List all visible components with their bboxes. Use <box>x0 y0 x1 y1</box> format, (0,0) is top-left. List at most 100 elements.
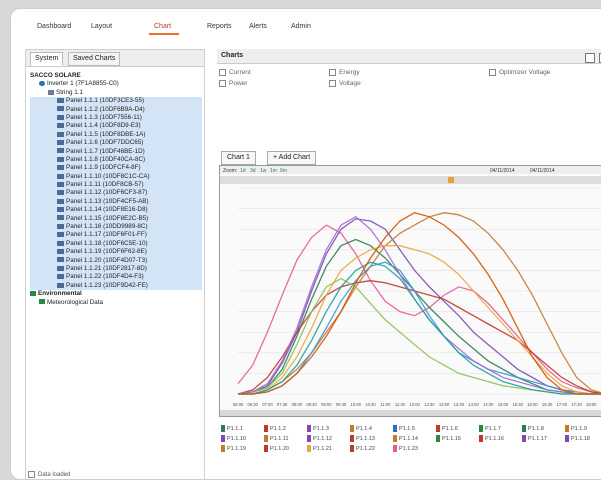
tree-node[interactable]: Panel 1.1.13 (10DF4CF5-AB) <box>30 198 202 206</box>
legend-item[interactable]: P1.1.4 <box>350 425 372 432</box>
nav-admin[interactable]: Admin <box>291 23 311 30</box>
env-icon <box>39 299 45 304</box>
tree-node-label: Panel 1.1.7 (10DF46BE-1D) <box>66 148 145 155</box>
tree-node[interactable]: Panel 1.1.17 (10DF6F01-FF) <box>30 231 202 239</box>
option-power[interactable]: Power <box>219 80 247 87</box>
tree-node[interactable]: Panel 1.1.4 (10DF8D9-E3) <box>30 122 202 130</box>
legend-label: P1.1.12 <box>313 436 332 442</box>
tree-node[interactable]: String 1.1 <box>30 89 202 97</box>
legend-item[interactable]: P1.1.18 <box>565 435 590 442</box>
tree-node[interactable]: Panel 1.1.16 (10DD9989-8C) <box>30 223 202 231</box>
tree-node[interactable]: Panel 1.1.8 (10DF40CA-8C) <box>30 156 202 164</box>
legend-item[interactable]: P1.1.15 <box>436 435 461 442</box>
legend-swatch <box>350 445 354 452</box>
legend-label: P1.1.10 <box>227 436 246 442</box>
date-to[interactable]: 04/11/2014 <box>530 168 555 174</box>
tree-node[interactable]: Panel 1.1.15 (10DF8E2C-B5) <box>30 215 202 223</box>
nav-layout[interactable]: Layout <box>91 23 112 30</box>
legend-item[interactable]: P1.1.22 <box>350 445 375 452</box>
legend-label: P1.1.18 <box>571 436 590 442</box>
nav-reports[interactable]: Reports <box>207 23 232 30</box>
panel-icon <box>57 199 64 204</box>
legend-label: P1.1.21 <box>313 446 332 452</box>
panel-icon <box>57 98 64 103</box>
legend-item[interactable]: P1.1.10 <box>221 435 246 442</box>
series-line-8[interactable] <box>238 246 601 394</box>
nav-chart[interactable]: Chart <box>154 23 171 30</box>
zoom-option[interactable]: 1w <box>260 168 267 174</box>
add-chart-button[interactable]: + Add Chart <box>267 151 316 165</box>
tree-node[interactable]: Panel 1.1.23 (10DF9D42-FE) <box>30 282 202 290</box>
series-line-10[interactable] <box>238 262 601 394</box>
zoom-option[interactable]: 1d <box>240 168 246 174</box>
legend-item[interactable]: P1.1.5 <box>393 425 415 432</box>
tree-node[interactable]: Panel 1.1.22 (10DF4D4-F3) <box>30 273 202 281</box>
panel-icon <box>57 165 64 170</box>
option-voltage[interactable]: Voltage <box>329 80 361 87</box>
option-energy[interactable]: Energy <box>329 69 360 76</box>
chart-scrollbar[interactable] <box>220 410 601 416</box>
legend-item[interactable]: P1.1.9 <box>565 425 587 432</box>
tree-node[interactable]: Panel 1.1.21 (10DF2817-8D) <box>30 265 202 273</box>
legend-item[interactable]: P1.1.6 <box>436 425 458 432</box>
tree-node[interactable]: Panel 1.1.2 (10DF6B9A-D4) <box>30 106 202 114</box>
tree-node[interactable]: Panel 1.1.3 (10DF7556-11) <box>30 114 202 122</box>
x-tick-label: 12:30 <box>424 402 435 407</box>
legend-item[interactable]: P1.1.7 <box>479 425 501 432</box>
tree-node[interactable]: Panel 1.1.18 (10DF6C5E-10) <box>30 240 202 248</box>
option-current[interactable]: Current <box>219 69 251 76</box>
legend-item[interactable]: P1.1.1 <box>221 425 243 432</box>
tree-node-label: Panel 1.1.1 (10DF3CE3-55) <box>66 97 144 104</box>
legend-item[interactable]: P1.1.11 <box>264 435 289 442</box>
zoom-option[interactable]: 3d <box>250 168 256 174</box>
legend-item[interactable]: P1.1.16 <box>479 435 504 442</box>
series-line-6[interactable] <box>238 262 601 394</box>
tree-node[interactable]: Panel 1.1.9 (10DFCF4-8F) <box>30 164 202 172</box>
tree-node[interactable]: Panel 1.1.11 (10DF8CB-57) <box>30 181 202 189</box>
zoom-option[interactable]: 1m <box>270 168 277 174</box>
zoom-option[interactable]: 6m <box>280 168 287 174</box>
nav-dashboard[interactable]: Dashboard <box>37 23 71 30</box>
tab-chart-1[interactable]: Chart 1 <box>221 151 256 165</box>
option-optimizer-voltage[interactable]: Optimizer Voltage <box>489 69 550 76</box>
tree-node[interactable]: Panel 1.1.19 (10DF6F62-8E) <box>30 248 202 256</box>
legend-item[interactable]: P1.1.12 <box>307 435 332 442</box>
tree-node[interactable]: SACCO SOLARE <box>30 72 202 80</box>
tree-node[interactable]: Panel 1.1.20 (10DF4D07-T3) <box>30 257 202 265</box>
legend-item[interactable]: P1.1.21 <box>307 445 332 452</box>
tab-system[interactable]: System <box>30 52 63 66</box>
series-line-11[interactable] <box>238 213 601 394</box>
legend-item[interactable]: P1.1.14 <box>393 435 418 442</box>
legend-item[interactable]: P1.1.3 <box>307 425 329 432</box>
tree-node[interactable]: Panel 1.1.14 (10DF8E16-D8) <box>30 206 202 214</box>
maximize-icon[interactable] <box>585 53 595 63</box>
legend-item[interactable]: P1.1.20 <box>264 445 289 452</box>
x-tick-label: 16:30 <box>542 402 553 407</box>
tree-node[interactable]: Panel 1.1.12 (10DF6CF3-87) <box>30 189 202 197</box>
legend-item[interactable]: P1.1.13 <box>350 435 375 442</box>
tree-node[interactable]: Inverter 1 (7F1A8855-C0) <box>30 80 202 88</box>
navigator-bar[interactable] <box>220 176 601 184</box>
nav-alerts[interactable]: Alerts <box>249 23 267 30</box>
tree-node[interactable]: Panel 1.1.10 (10DF8C1C-CA) <box>30 173 202 181</box>
tab-saved-charts[interactable]: Saved Charts <box>68 52 120 66</box>
tree-node[interactable]: Panel 1.1.1 (10DF3CE3-55) <box>30 97 202 105</box>
series-line-5[interactable] <box>238 213 601 394</box>
panel-icon <box>57 274 64 279</box>
legend-item[interactable]: P1.1.2 <box>264 425 286 432</box>
panel-icon <box>57 182 64 187</box>
tree-node[interactable]: Environmental <box>30 290 202 298</box>
tree-node[interactable]: Panel 1.1.5 (10DF8DBE-1A) <box>30 131 202 139</box>
tree-node[interactable]: Meteorological Data <box>30 299 202 307</box>
navigator-handle[interactable] <box>448 177 454 183</box>
series-line-1[interactable] <box>238 225 601 394</box>
tree-node[interactable]: Panel 1.1.7 (10DF46BE-1D) <box>30 148 202 156</box>
legend-item[interactable]: P1.1.17 <box>522 435 547 442</box>
legend-label: P1.1.15 <box>442 436 461 442</box>
tree-node[interactable]: Panel 1.1.6 (10DF7DDC65) <box>30 139 202 147</box>
date-from[interactable]: 04/11/2014 <box>490 168 515 174</box>
legend-item[interactable]: P1.1.19 <box>221 445 246 452</box>
tree-node-label: Panel 1.1.13 (10DF4CF5-AB) <box>66 198 149 205</box>
legend-item[interactable]: P1.1.23 <box>393 445 418 452</box>
legend-item[interactable]: P1.1.8 <box>522 425 544 432</box>
